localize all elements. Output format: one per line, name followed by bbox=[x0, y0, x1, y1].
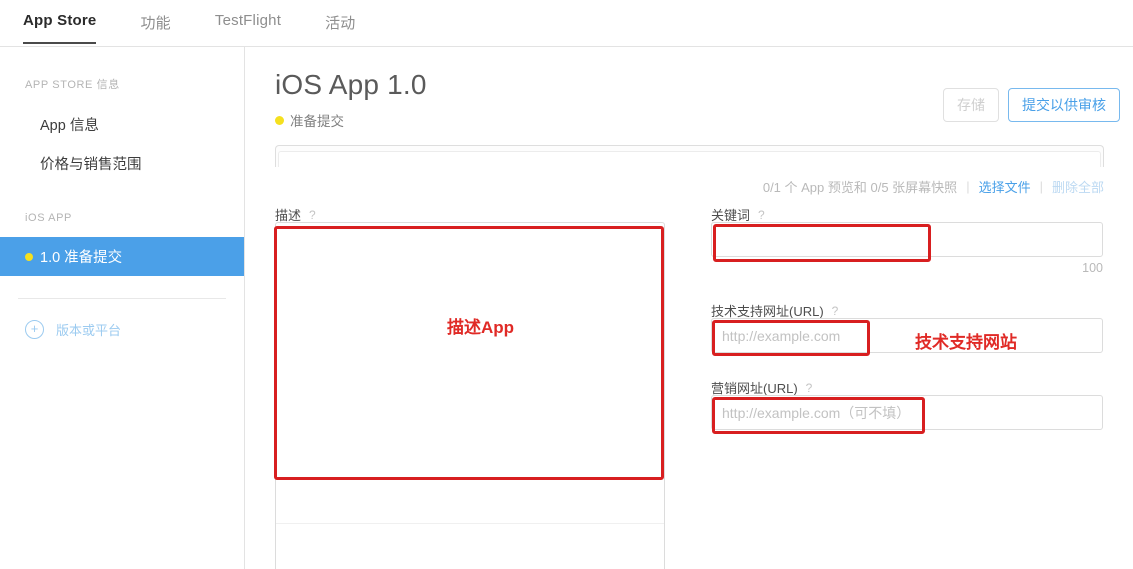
tab-app-store[interactable]: App Store bbox=[23, 12, 97, 44]
media-count-text: 0/1 个 App 预览和 0/5 张屏幕快照 bbox=[762, 180, 958, 195]
help-icon[interactable]: ? bbox=[806, 381, 813, 395]
media-upload-panel-inner bbox=[278, 151, 1101, 167]
save-button[interactable]: 存储 bbox=[943, 88, 999, 122]
separator-1: | bbox=[966, 179, 970, 194]
media-upload-panel[interactable] bbox=[275, 145, 1104, 167]
add-version-label: 版本或平台 bbox=[56, 323, 122, 338]
page-status-badge: 准备提交 bbox=[275, 110, 344, 130]
main-content: iOS App 1.0 准备提交 存储 提交以供审核 0/1 个 App 预览和… bbox=[246, 47, 1133, 569]
tab-testflight[interactable]: TestFlight bbox=[215, 12, 281, 43]
sidebar-item-version-1-0[interactable]: 1.0 准备提交 bbox=[0, 237, 244, 276]
sidebar-group-ios-app: iOS APP bbox=[25, 212, 72, 224]
separator-2: | bbox=[1039, 179, 1043, 194]
sidebar-item-app-info[interactable]: App 信息 bbox=[0, 105, 244, 144]
submit-for-review-button[interactable]: 提交以供审核 bbox=[1008, 88, 1120, 122]
textarea-inner-divider bbox=[276, 523, 664, 524]
sidebar-group-app-store-info: APP STORE 信息 bbox=[25, 79, 120, 91]
choose-file-link[interactable]: 选择文件 bbox=[979, 177, 1031, 196]
keywords-input[interactable] bbox=[711, 222, 1103, 257]
tab-features[interactable]: 功能 bbox=[140, 12, 170, 47]
page-title: iOS App 1.0 bbox=[275, 69, 427, 100]
add-version-or-platform-button[interactable]: + 版本或平台 bbox=[0, 320, 244, 339]
top-navigation-bar: App Store 功能 TestFlight 活动 bbox=[0, 0, 1133, 47]
status-dot-icon bbox=[275, 115, 284, 125]
sidebar-divider bbox=[18, 298, 226, 299]
media-file-row: 0/1 个 App 预览和 0/5 张屏幕快照 | 选择文件 | 删除全部 bbox=[763, 177, 1104, 196]
plus-circle-icon: + bbox=[25, 320, 44, 339]
marketing-url-placeholder: http://example.com（可不填） bbox=[722, 404, 911, 421]
sidebar-item-label: 1.0 准备提交 bbox=[40, 250, 123, 266]
sidebar: APP STORE 信息 App 信息 价格与销售范围 iOS APP 1.0 … bbox=[0, 47, 245, 569]
sidebar-item-pricing[interactable]: 价格与销售范围 bbox=[0, 144, 244, 183]
action-buttons: 存储 提交以供审核 bbox=[943, 88, 1120, 122]
support-url-input[interactable]: http://example.com bbox=[711, 318, 1103, 353]
page-status-label: 准备提交 bbox=[290, 114, 344, 129]
marketing-url-input[interactable]: http://example.com（可不填） bbox=[711, 395, 1103, 430]
keywords-char-counter: 100 bbox=[1082, 261, 1103, 275]
support-url-placeholder: http://example.com bbox=[722, 327, 841, 344]
status-dot-icon bbox=[25, 252, 33, 261]
tab-activity[interactable]: 活动 bbox=[325, 12, 355, 47]
help-icon[interactable]: ? bbox=[309, 208, 316, 222]
help-icon[interactable]: ? bbox=[832, 304, 839, 318]
help-icon[interactable]: ? bbox=[758, 208, 765, 222]
delete-all-link[interactable]: 删除全部 bbox=[1052, 177, 1104, 196]
description-textarea[interactable] bbox=[275, 222, 665, 569]
